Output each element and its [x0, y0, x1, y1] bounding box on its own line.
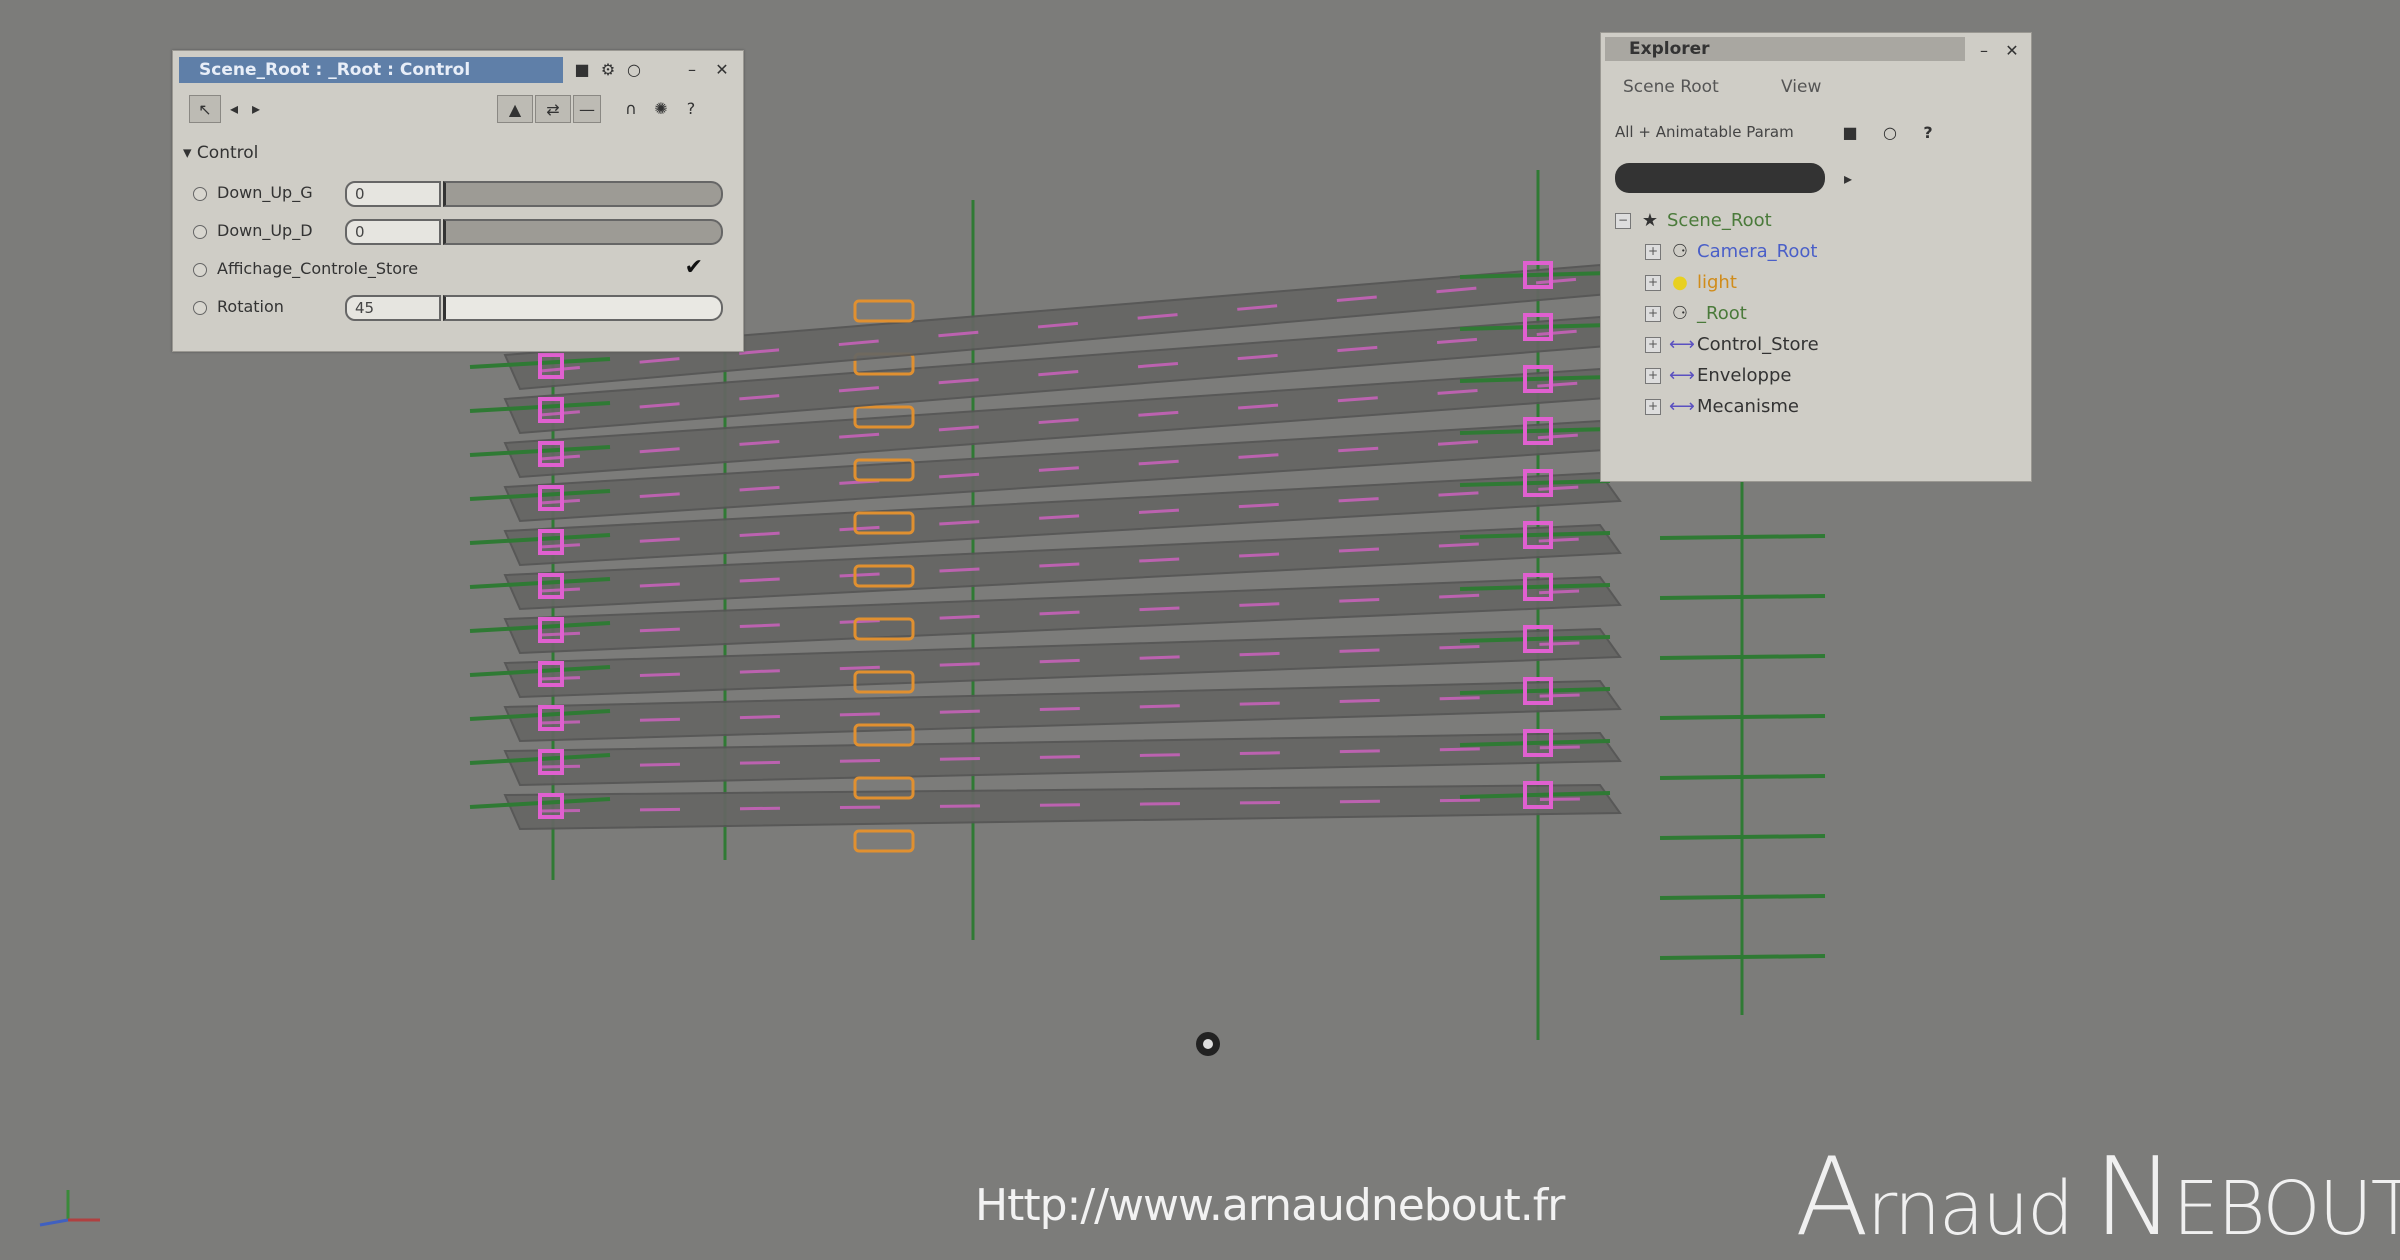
expand-icon[interactable]: +	[1645, 337, 1661, 353]
null-icon: ⚆	[1671, 303, 1689, 324]
tree-node-label: _Root	[1697, 303, 1747, 324]
minimize-icon[interactable]: –	[1973, 39, 1995, 63]
close-icon[interactable]: ✕	[2001, 39, 2023, 63]
tree-node-label: Control_Store	[1697, 334, 1819, 355]
param-value-field[interactable]: 0	[345, 181, 441, 207]
property-panel: Scene_Root : _Root : Control ■ ⚙ ○ – ✕ ↖…	[172, 50, 744, 352]
green-control-handle	[1659, 774, 1826, 780]
expand-icon[interactable]: +	[1645, 275, 1661, 291]
curve-icon: ⟷	[1669, 396, 1695, 417]
blind-slat	[503, 783, 1622, 831]
param-label: Down_Up_G	[217, 183, 313, 202]
param-row: Affichage_Controle_Store ✔	[193, 255, 723, 285]
tree-node-root[interactable]: + ⚆ _Root	[1615, 298, 1819, 329]
param-row: Down_Up_D 0	[193, 217, 723, 247]
load-preset-icon[interactable]: ▲	[497, 95, 533, 123]
animation-key-indicator[interactable]	[193, 187, 207, 201]
animation-icon[interactable]: ✺	[649, 95, 673, 123]
tree-node-scene-root[interactable]: − ★ Scene_Root	[1615, 205, 1819, 236]
explorer-window: Explorer – ✕ Scene Root View All + Anima…	[1600, 32, 2032, 482]
help-icon[interactable]: ?	[1917, 121, 1939, 145]
search-field[interactable]	[1615, 163, 1825, 193]
tree-node-label: Mecanisme	[1697, 396, 1799, 417]
animation-key-indicator[interactable]	[193, 301, 207, 315]
light-bulb-icon: ●	[1672, 272, 1688, 293]
animation-key-indicator[interactable]	[193, 263, 207, 277]
settings-icon[interactable]: ⚙	[597, 58, 619, 82]
menu-scene-root[interactable]: Scene Root	[1623, 77, 1719, 97]
param-label: Rotation	[217, 297, 284, 316]
param-slider[interactable]	[443, 295, 723, 321]
scene-tree: − ★ Scene_Root + ⚆ Camera_Root + ● light + ⚆ _Ro…	[1615, 205, 1819, 422]
close-icon[interactable]: ✕	[711, 58, 733, 82]
pick-tool-icon[interactable]: ↖	[189, 95, 221, 123]
tree-node-mecanisme[interactable]: + ⟷ Mecanisme	[1615, 391, 1819, 422]
green-control-handle	[1659, 654, 1826, 660]
explorer-title[interactable]: Explorer	[1605, 37, 1965, 61]
next-arrow-icon[interactable]: ▸	[245, 95, 267, 123]
tree-node-control-store[interactable]: + ⟷ Control_Store	[1615, 329, 1819, 360]
tree-node-label: Camera_Root	[1697, 241, 1818, 262]
search-options-arrow-icon[interactable]: ▸	[1837, 167, 1859, 191]
tree-node-light[interactable]: + ● light	[1615, 267, 1819, 298]
expand-icon[interactable]: +	[1645, 399, 1661, 415]
curve-icon: ⟷	[1669, 334, 1695, 355]
green-control-handle	[1659, 534, 1826, 540]
viewport-center-marker	[1196, 1032, 1220, 1056]
tree-node-enveloppe[interactable]: + ⟷ Enveloppe	[1615, 360, 1819, 391]
tree-node-label: Scene_Root	[1667, 210, 1772, 231]
slat-orange-label-box	[853, 299, 915, 323]
scene-root-icon: ★	[1641, 210, 1659, 231]
param-label: Affichage_Controle_Store	[217, 259, 419, 278]
green-control-handle	[1659, 714, 1826, 720]
filter-dropdown[interactable]: All + Animatable Param	[1615, 123, 1794, 141]
axis-gizmo-icon	[39, 1190, 100, 1227]
green-control-handle	[1659, 594, 1826, 600]
author-signature-logo: Arnaud NEBOUT	[1795, 1135, 2400, 1260]
animation-key-indicator[interactable]	[193, 225, 207, 239]
expand-icon[interactable]: +	[1645, 368, 1661, 384]
magnet-icon[interactable]: ∩	[619, 95, 643, 123]
expand-icon[interactable]: +	[1645, 306, 1661, 322]
curve-icon: ⟷	[1669, 365, 1695, 386]
param-value-field[interactable]: 0	[345, 219, 441, 245]
tree-node-camera-root[interactable]: + ⚆ Camera_Root	[1615, 236, 1819, 267]
lock-icon[interactable]: ■	[571, 58, 593, 82]
info-icon[interactable]: ○	[623, 58, 645, 82]
param-value-field[interactable]: 45	[345, 295, 441, 321]
refresh-icon[interactable]: ○	[1879, 121, 1901, 145]
green-control-handle	[1659, 894, 1826, 900]
expand-icon[interactable]: +	[1645, 244, 1661, 260]
property-panel-title[interactable]: Scene_Root : _Root : Control	[179, 57, 563, 83]
checkbox-checked-icon[interactable]: ✔	[685, 255, 703, 280]
tree-node-label: Enveloppe	[1697, 365, 1792, 386]
camera-null-icon: ⚆	[1671, 241, 1689, 262]
param-label: Down_Up_D	[217, 221, 313, 240]
section-control-header[interactable]: ▾ Control	[183, 143, 258, 163]
green-control-handle	[1659, 954, 1826, 960]
param-slider[interactable]	[443, 181, 723, 207]
minimize-icon[interactable]: –	[681, 58, 703, 82]
property-toolbar: ↖ ◂ ▸ ▲ ⇄ — ∩ ✺ ?	[179, 91, 735, 129]
revert-icon[interactable]: —	[573, 95, 601, 123]
tree-node-label: light	[1697, 272, 1737, 293]
param-row: Rotation 45	[193, 293, 723, 323]
save-preset-icon[interactable]: ⇄	[535, 95, 571, 123]
collapse-icon[interactable]: −	[1615, 213, 1631, 229]
prev-arrow-icon[interactable]: ◂	[223, 95, 245, 123]
green-control-handle	[1659, 834, 1826, 840]
param-row: Down_Up_G 0	[193, 179, 723, 209]
help-icon[interactable]: ?	[679, 95, 703, 123]
param-slider[interactable]	[443, 219, 723, 245]
lock-icon[interactable]: ■	[1839, 121, 1861, 145]
website-url-watermark: Http://www.arnaudnebout.fr	[975, 1180, 1565, 1231]
blind-slat	[503, 731, 1622, 787]
slat-orange-label-box	[853, 829, 915, 853]
menu-view[interactable]: View	[1781, 77, 1821, 97]
